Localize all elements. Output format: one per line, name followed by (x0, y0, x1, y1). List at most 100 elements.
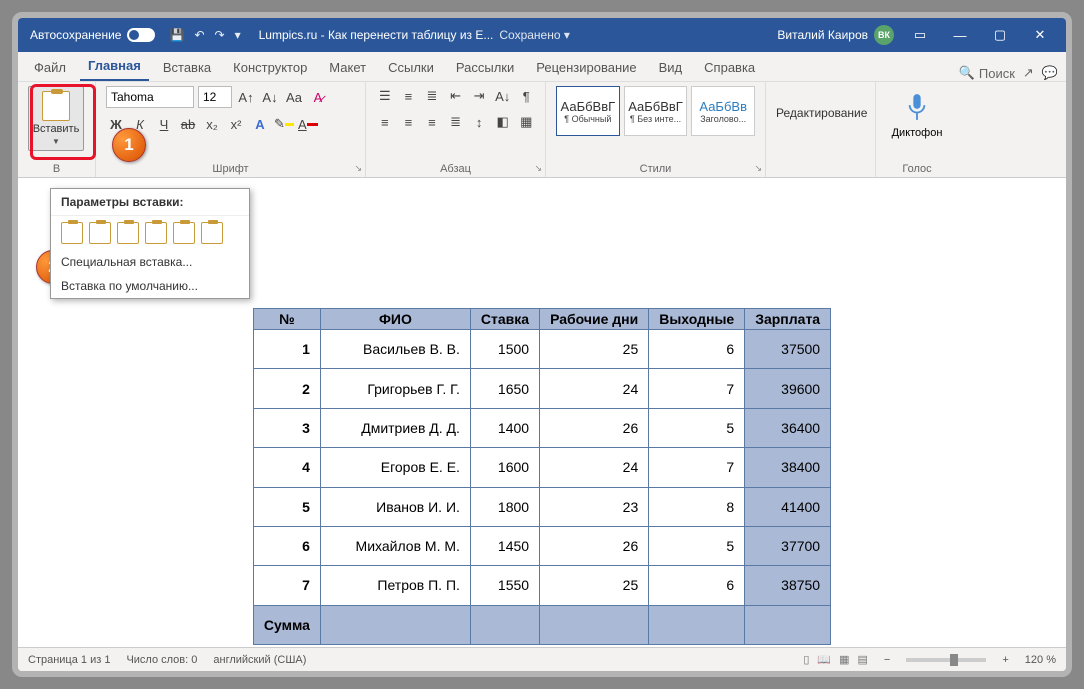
tab-references[interactable]: Ссылки (380, 54, 442, 81)
paste-picture-icon[interactable] (173, 222, 195, 244)
status-language[interactable]: английский (США) (213, 654, 306, 666)
share-icon[interactable]: ↗ (1023, 65, 1034, 81)
editing-button[interactable]: Редактирование (776, 106, 865, 120)
microphone-icon[interactable] (906, 92, 928, 122)
cell-sal: 36400 (745, 408, 831, 447)
grow-font-icon[interactable]: A↑ (236, 87, 256, 107)
tab-help[interactable]: Справка (696, 54, 763, 81)
search-box[interactable]: 🔍Поиск (959, 65, 1015, 81)
saved-indicator[interactable]: Сохранено ▾ (499, 28, 570, 42)
font-dialog-launcher[interactable]: ↘ (354, 163, 362, 174)
paste-special-item[interactable]: Специальная вставка... (51, 250, 249, 274)
indent-dec-icon[interactable]: ⇤ (447, 86, 465, 106)
justify-icon[interactable]: ≣ (447, 112, 465, 132)
th-off: Выходные (649, 309, 745, 330)
web-view-icon[interactable]: ▤ (858, 653, 868, 666)
para-dialog-launcher[interactable]: ↘ (534, 163, 542, 174)
shrink-font-icon[interactable]: A↓ (260, 87, 280, 107)
cell-days: 26 (540, 526, 649, 565)
comments-icon[interactable]: 💬 (1042, 65, 1058, 81)
paste-default-item[interactable]: Вставка по умолчанию... (51, 274, 249, 298)
style-normal[interactable]: АаБбВвГ ¶ Обычный (556, 86, 620, 136)
tab-insert[interactable]: Вставка (155, 54, 219, 81)
save-icon[interactable]: 💾 (169, 28, 184, 42)
paste-text-only-icon[interactable] (201, 222, 223, 244)
tab-mailings[interactable]: Рассылки (448, 54, 522, 81)
account[interactable]: Виталий Каиров ВК (777, 25, 894, 45)
indent-inc-icon[interactable]: ⇥ (470, 86, 488, 106)
cell-sal: 38750 (745, 566, 831, 605)
table-row: 6Михайлов М. М.145026537700 (253, 526, 830, 565)
autosave-toggle[interactable] (127, 28, 155, 42)
highlight-icon[interactable]: ✎ (274, 114, 294, 134)
cell-rate: 1450 (470, 526, 539, 565)
redo-icon[interactable]: ↷ (215, 28, 225, 42)
bullets-icon[interactable]: ☰ (376, 86, 394, 106)
line-spacing-icon[interactable]: ↕ (470, 112, 488, 132)
minimize-button[interactable]: — (940, 28, 980, 43)
align-left-icon[interactable]: ≡ (376, 112, 394, 132)
change-case-icon[interactable]: Aa (284, 87, 304, 107)
styles-dialog-launcher[interactable]: ↘ (754, 163, 762, 174)
superscript-icon[interactable]: x² (226, 114, 246, 134)
table-row: 5Иванов И. И.180023841400 (253, 487, 830, 526)
tab-design[interactable]: Конструктор (225, 54, 315, 81)
tab-layout[interactable]: Макет (321, 54, 374, 81)
chevron-down-icon: ▼ (52, 137, 60, 146)
th-num: № (253, 309, 320, 330)
shading-icon[interactable]: ◧ (494, 112, 512, 132)
cell-num: 6 (253, 526, 320, 565)
font-color-icon[interactable]: A (298, 114, 318, 134)
table-row: 4Егоров Е. Е.160024738400 (253, 448, 830, 487)
cell-rate: 1800 (470, 487, 539, 526)
th-fio: ФИО (320, 309, 470, 330)
paste-use-dest-icon[interactable] (89, 222, 111, 244)
maximize-button[interactable]: ▢ (980, 27, 1020, 43)
show-marks-icon[interactable]: ¶ (517, 86, 535, 106)
style-heading1[interactable]: АаБбВв Заголово... (691, 86, 755, 136)
zoom-level[interactable]: 120 % (1025, 654, 1056, 666)
tab-home[interactable]: Главная (80, 52, 149, 81)
subscript-icon[interactable]: x₂ (202, 114, 222, 134)
status-page[interactable]: Страница 1 из 1 (28, 654, 110, 666)
style-no-spacing[interactable]: АаБбВвГ ¶ Без инте... (624, 86, 688, 136)
tab-file[interactable]: Файл (26, 54, 74, 81)
table-row: 3Дмитриев Д. Д.140026536400 (253, 408, 830, 447)
clipboard-icon (42, 91, 70, 121)
ribbon-options-icon[interactable]: ▭ (900, 27, 940, 43)
cell-num: 1 (253, 330, 320, 369)
paste-button[interactable]: Вставить ▼ (28, 86, 84, 151)
sort-icon[interactable]: A↓ (494, 86, 512, 106)
text-effects-icon[interactable]: A (250, 114, 270, 134)
clear-format-icon[interactable]: A̷ (308, 87, 328, 107)
paste-link-dest-icon[interactable] (145, 222, 167, 244)
underline-icon[interactable]: Ч (154, 114, 174, 134)
font-name-combo[interactable]: Tahoma (106, 86, 194, 108)
paste-label: Вставить (33, 123, 80, 135)
multilevel-icon[interactable]: ≣ (423, 86, 441, 106)
tab-review[interactable]: Рецензирование (528, 54, 644, 81)
status-words[interactable]: Число слов: 0 (126, 654, 197, 666)
cell-off: 7 (649, 448, 745, 487)
zoom-slider[interactable] (906, 658, 986, 662)
tab-view[interactable]: Вид (651, 54, 691, 81)
cell-fio: Петров П. П. (320, 566, 470, 605)
undo-icon[interactable]: ↶ (194, 28, 204, 42)
zoom-in-icon[interactable]: + (1002, 654, 1008, 666)
numbering-icon[interactable]: ≡ (400, 86, 418, 106)
qat-dropdown-icon[interactable]: ▾ (235, 28, 241, 42)
print-view-icon[interactable]: ▦ (839, 653, 849, 666)
cell-rate: 1650 (470, 369, 539, 408)
cell-days: 24 (540, 448, 649, 487)
zoom-out-icon[interactable]: − (884, 654, 890, 666)
focus-view-icon[interactable]: ▯ (803, 653, 809, 666)
font-size-combo[interactable]: 12 (198, 86, 232, 108)
strike-icon[interactable]: ab (178, 114, 198, 134)
borders-icon[interactable]: ▦ (517, 112, 535, 132)
close-button[interactable]: ✕ (1020, 27, 1060, 43)
paste-link-source-icon[interactable] (117, 222, 139, 244)
read-view-icon[interactable]: 📖 (817, 653, 831, 666)
align-right-icon[interactable]: ≡ (423, 112, 441, 132)
align-center-icon[interactable]: ≡ (400, 112, 418, 132)
paste-keep-source-icon[interactable] (61, 222, 83, 244)
